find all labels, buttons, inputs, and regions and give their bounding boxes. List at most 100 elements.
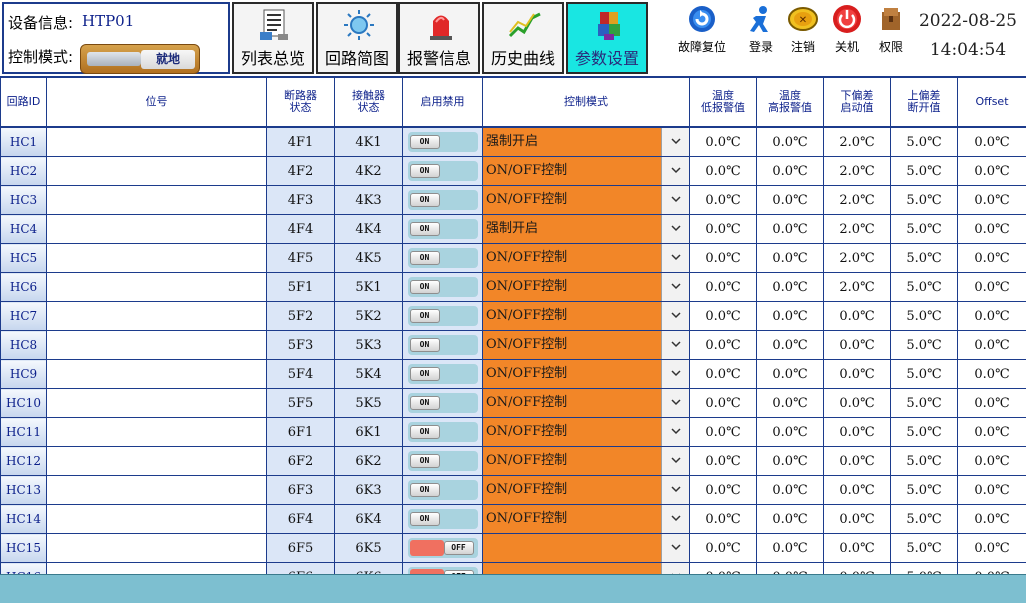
temp-low-alarm-cell[interactable]: 0.0℃ (689, 388, 757, 418)
temp-high-alarm-cell[interactable]: 0.0℃ (756, 301, 824, 331)
control-mode-select[interactable]: ON/OFF控制 (483, 186, 689, 214)
dropdown-arrow-button[interactable] (661, 302, 689, 330)
offset-cell[interactable]: 0.0℃ (957, 301, 1026, 331)
lower-deviation-cell[interactable]: 2.0℃ (823, 243, 891, 273)
control-mode-select[interactable]: ON/OFF控制 (483, 244, 689, 272)
enable-toggle[interactable]: ON (407, 277, 478, 297)
temp-high-alarm-cell[interactable]: 0.0℃ (756, 475, 824, 505)
control-mode-select[interactable]: ON/OFF控制 (483, 505, 689, 533)
lower-deviation-cell[interactable]: 0.0℃ (823, 475, 891, 505)
upper-deviation-cell[interactable]: 5.0℃ (890, 533, 958, 563)
dropdown-arrow-button[interactable] (661, 128, 689, 156)
dropdown-arrow-button[interactable] (661, 331, 689, 359)
lower-deviation-cell[interactable]: 0.0℃ (823, 533, 891, 563)
control-mode-select[interactable]: 强制开启 (483, 215, 689, 243)
upper-deviation-cell[interactable]: 5.0℃ (890, 214, 958, 244)
temp-low-alarm-cell[interactable]: 0.0℃ (689, 475, 757, 505)
enable-toggle[interactable]: ON (407, 219, 478, 239)
temp-high-alarm-cell[interactable]: 0.0℃ (756, 214, 824, 244)
enable-toggle[interactable]: ON (407, 509, 478, 529)
control-mode-select[interactable]: ON/OFF控制 (483, 360, 689, 388)
temp-low-alarm-cell[interactable]: 0.0℃ (689, 359, 757, 389)
upper-deviation-cell[interactable]: 5.0℃ (890, 359, 958, 389)
lower-deviation-cell[interactable]: 2.0℃ (823, 126, 891, 157)
nav-parameter-settings-button[interactable]: 参数设置 (566, 2, 648, 74)
tag-cell[interactable] (46, 446, 267, 476)
lower-deviation-cell[interactable]: 0.0℃ (823, 330, 891, 360)
lower-deviation-cell[interactable]: 0.0℃ (823, 446, 891, 476)
temp-low-alarm-cell[interactable]: 0.0℃ (689, 214, 757, 244)
temp-high-alarm-cell[interactable]: 0.0℃ (756, 446, 824, 476)
control-mode-select[interactable]: ON/OFF控制 (483, 389, 689, 417)
upper-deviation-cell[interactable]: 5.0℃ (890, 185, 958, 215)
enable-toggle[interactable]: ON (407, 248, 478, 268)
control-mode-select[interactable] (483, 534, 689, 562)
offset-cell[interactable]: 0.0℃ (957, 185, 1026, 215)
temp-low-alarm-cell[interactable]: 0.0℃ (689, 330, 757, 360)
tag-cell[interactable] (46, 504, 267, 534)
upper-deviation-cell[interactable]: 5.0℃ (890, 388, 958, 418)
control-mode-select[interactable]: ON/OFF控制 (483, 157, 689, 185)
permission-button[interactable]: 权限 (866, 4, 916, 56)
enable-toggle[interactable]: ON (407, 422, 478, 442)
temp-high-alarm-cell[interactable]: 0.0℃ (756, 126, 824, 157)
temp-high-alarm-cell[interactable]: 0.0℃ (756, 504, 824, 534)
control-mode-switch[interactable]: 就地 (80, 44, 200, 74)
upper-deviation-cell[interactable]: 5.0℃ (890, 446, 958, 476)
enable-toggle[interactable]: ON (407, 335, 478, 355)
tag-cell[interactable] (46, 359, 267, 389)
fault-reset-button[interactable]: 故障复位 (676, 4, 728, 56)
tag-cell[interactable] (46, 388, 267, 418)
temp-high-alarm-cell[interactable]: 0.0℃ (756, 243, 824, 273)
tag-cell[interactable] (46, 156, 267, 186)
logout-button[interactable]: ✕ 注销 (778, 4, 828, 56)
temp-high-alarm-cell[interactable]: 0.0℃ (756, 272, 824, 302)
temp-low-alarm-cell[interactable]: 0.0℃ (689, 533, 757, 563)
tag-cell[interactable] (46, 533, 267, 563)
lower-deviation-cell[interactable]: 2.0℃ (823, 185, 891, 215)
temp-low-alarm-cell[interactable]: 0.0℃ (689, 504, 757, 534)
upper-deviation-cell[interactable]: 5.0℃ (890, 504, 958, 534)
offset-cell[interactable]: 0.0℃ (957, 243, 1026, 273)
offset-cell[interactable]: 0.0℃ (957, 446, 1026, 476)
temp-high-alarm-cell[interactable]: 0.0℃ (756, 359, 824, 389)
offset-cell[interactable]: 0.0℃ (957, 388, 1026, 418)
upper-deviation-cell[interactable]: 5.0℃ (890, 301, 958, 331)
nav-list-overview-button[interactable]: 列表总览 (232, 2, 314, 74)
offset-cell[interactable]: 0.0℃ (957, 330, 1026, 360)
lower-deviation-cell[interactable]: 0.0℃ (823, 301, 891, 331)
control-mode-select[interactable]: ON/OFF控制 (483, 476, 689, 504)
upper-deviation-cell[interactable]: 5.0℃ (890, 126, 958, 157)
tag-cell[interactable] (46, 126, 267, 157)
control-mode-select[interactable]: ON/OFF控制 (483, 447, 689, 475)
nav-alarm-info-button[interactable]: 报警信息 (398, 2, 480, 74)
enable-toggle[interactable]: ON (407, 480, 478, 500)
temp-low-alarm-cell[interactable]: 0.0℃ (689, 126, 757, 157)
enable-toggle[interactable]: ON (407, 132, 478, 152)
temp-high-alarm-cell[interactable]: 0.0℃ (756, 156, 824, 186)
control-mode-select[interactable]: ON/OFF控制 (483, 302, 689, 330)
enable-toggle[interactable]: ON (407, 306, 478, 326)
offset-cell[interactable]: 0.0℃ (957, 417, 1026, 447)
enable-toggle[interactable]: ON (407, 364, 478, 384)
control-mode-select[interactable]: ON/OFF控制 (483, 418, 689, 446)
enable-toggle[interactable]: OFF (407, 538, 478, 558)
control-mode-select[interactable]: ON/OFF控制 (483, 273, 689, 301)
temp-low-alarm-cell[interactable]: 0.0℃ (689, 243, 757, 273)
lower-deviation-cell[interactable]: 0.0℃ (823, 504, 891, 534)
dropdown-arrow-button[interactable] (661, 418, 689, 446)
temp-low-alarm-cell[interactable]: 0.0℃ (689, 446, 757, 476)
lower-deviation-cell[interactable]: 0.0℃ (823, 359, 891, 389)
tag-cell[interactable] (46, 417, 267, 447)
enable-toggle[interactable]: ON (407, 393, 478, 413)
shutdown-button[interactable]: 关机 (822, 4, 872, 56)
tag-cell[interactable] (46, 185, 267, 215)
tag-cell[interactable] (46, 475, 267, 505)
offset-cell[interactable]: 0.0℃ (957, 126, 1026, 157)
tag-cell[interactable] (46, 301, 267, 331)
lower-deviation-cell[interactable]: 0.0℃ (823, 417, 891, 447)
upper-deviation-cell[interactable]: 5.0℃ (890, 272, 958, 302)
lower-deviation-cell[interactable]: 0.0℃ (823, 388, 891, 418)
temp-low-alarm-cell[interactable]: 0.0℃ (689, 185, 757, 215)
offset-cell[interactable]: 0.0℃ (957, 504, 1026, 534)
